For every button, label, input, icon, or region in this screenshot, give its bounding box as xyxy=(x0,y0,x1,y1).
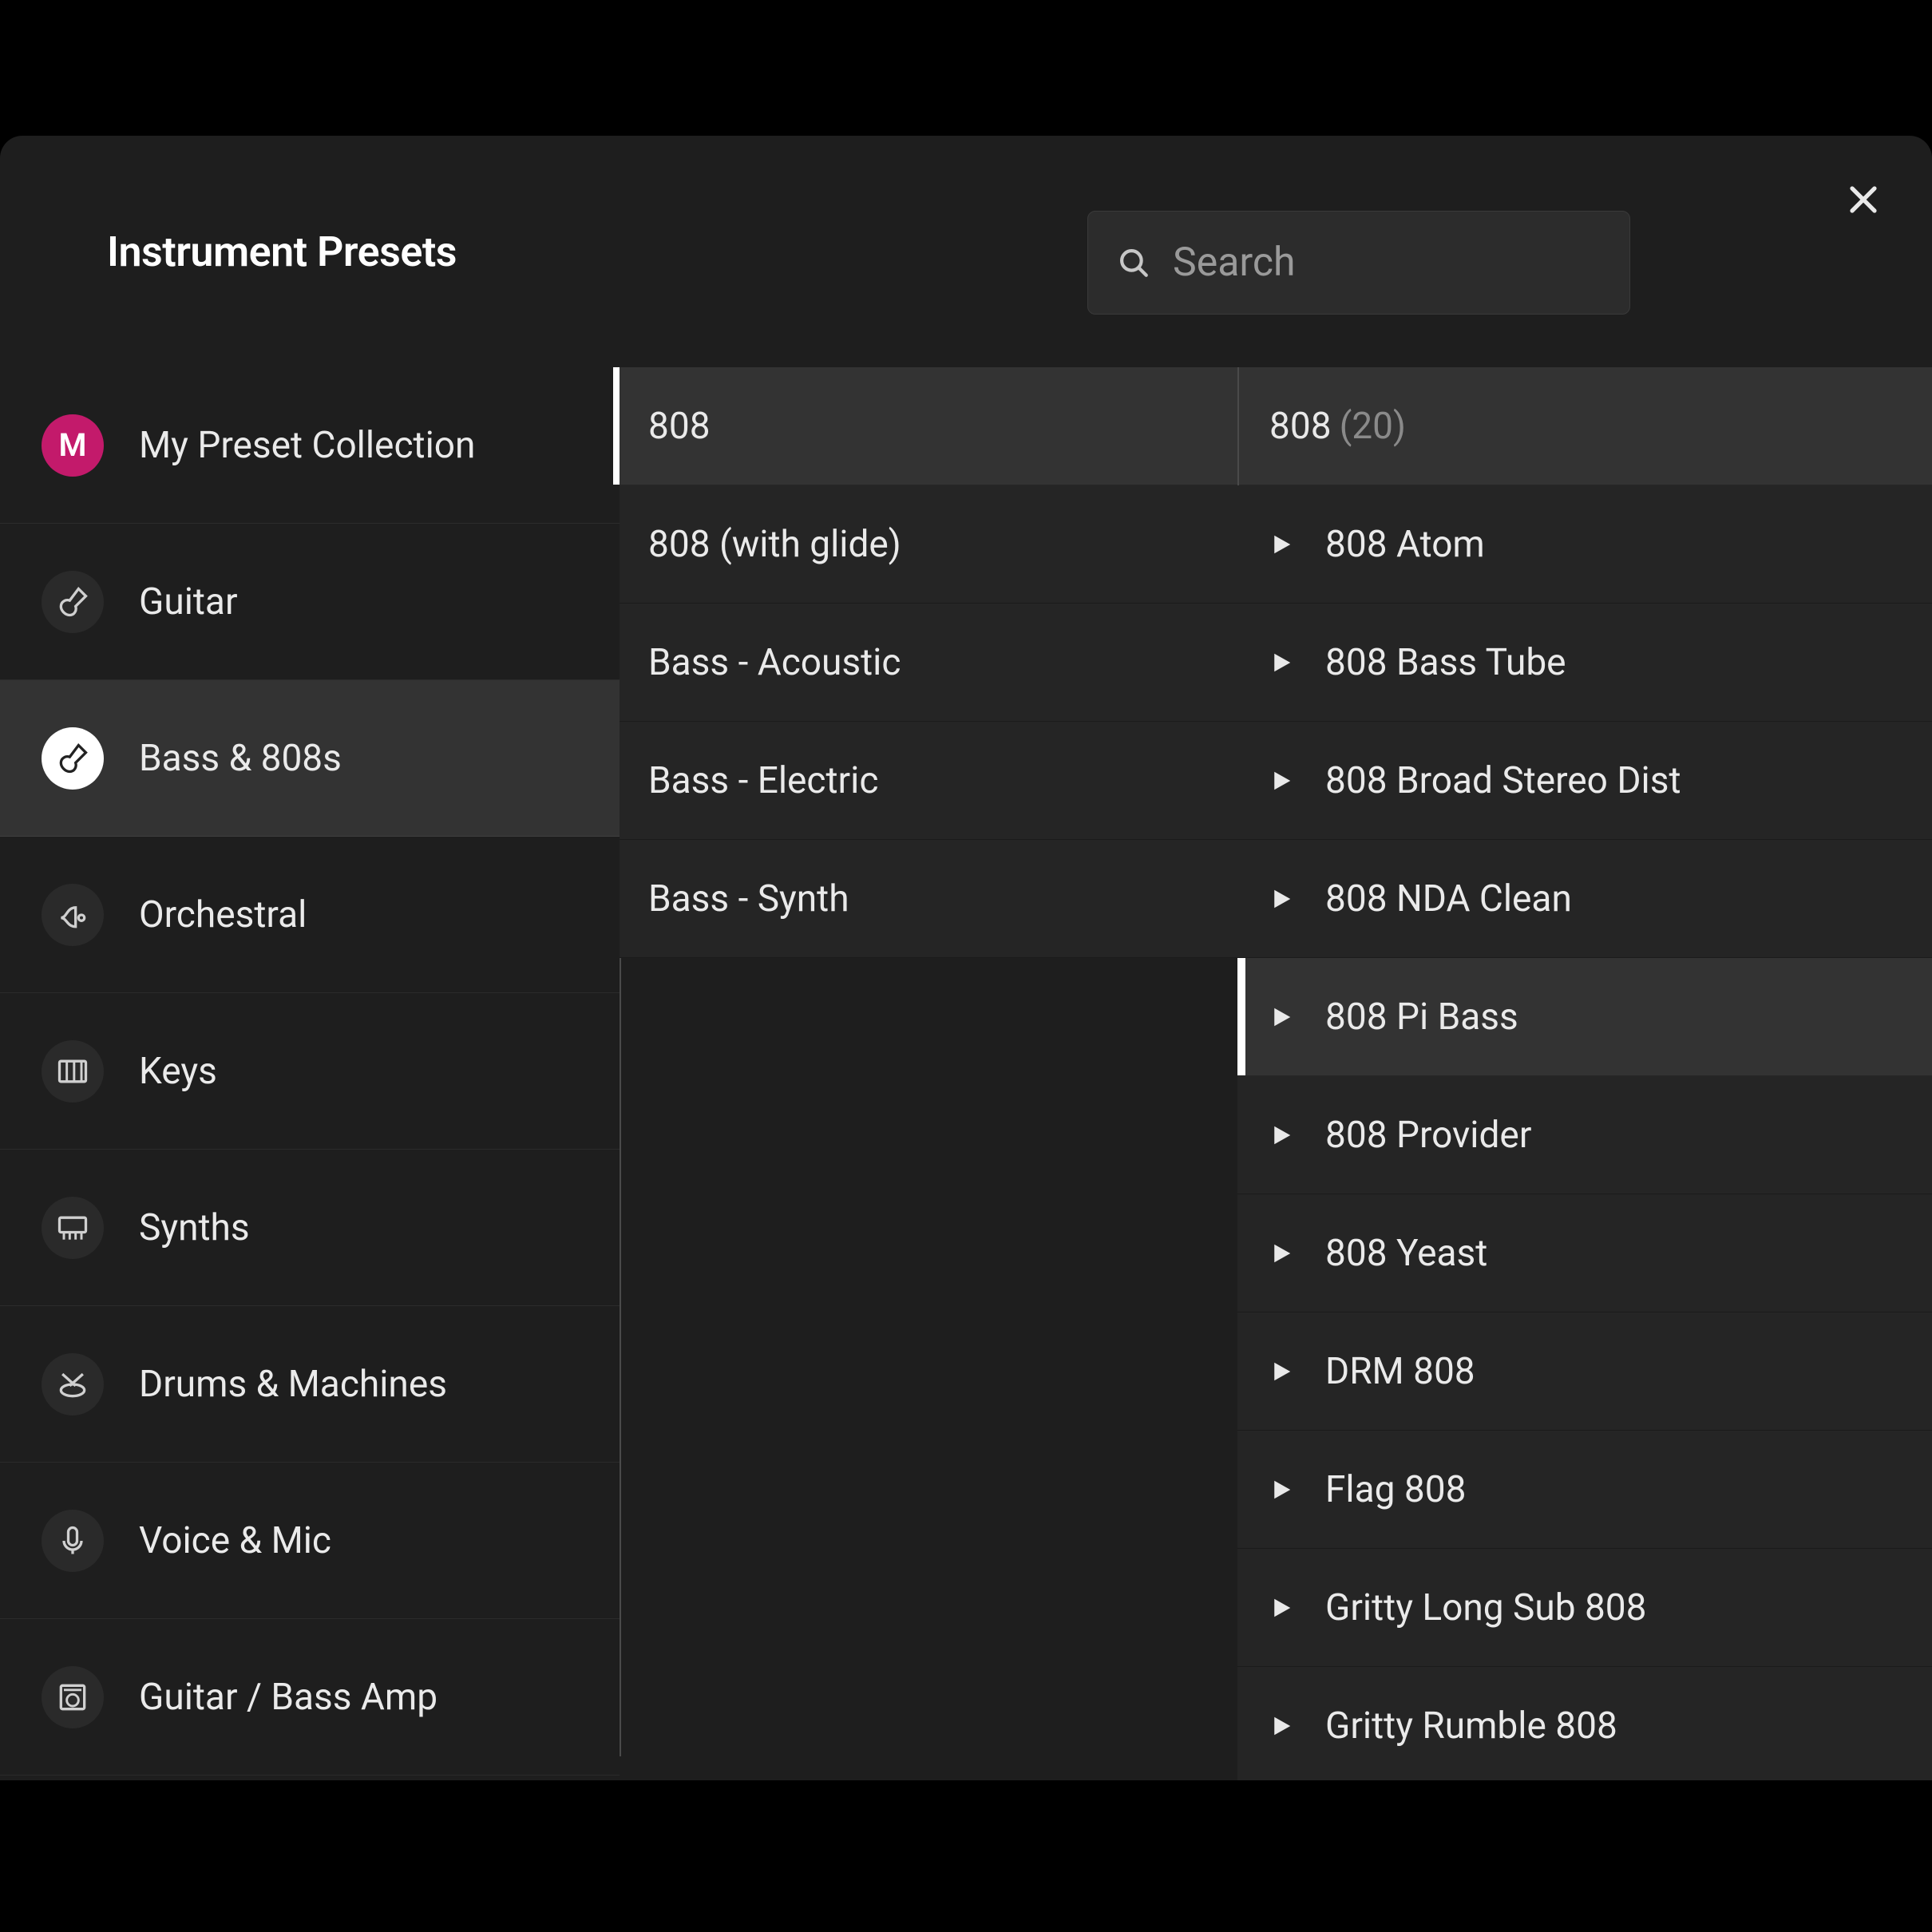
preset-label: 808 Broad Stereo Dist xyxy=(1325,759,1681,802)
preset-item[interactable]: Flag 808 xyxy=(1237,1431,1932,1549)
category-label: Guitar / Bass Amp xyxy=(139,1676,437,1719)
preset-group-label: 808 xyxy=(1269,405,1332,448)
preset-item[interactable]: 808 Bass Tube xyxy=(1237,604,1932,722)
preset-list: 808(20) 808 Atom 808 Bass Tube 808 Broad St… xyxy=(1237,367,1932,1780)
preset-label: 808 Provider xyxy=(1325,1114,1531,1157)
guitar-icon xyxy=(42,571,104,633)
subcategory-label: Bass - Acoustic xyxy=(648,641,901,684)
subcategory-label: 808 xyxy=(648,405,711,448)
preset-label: 808 Bass Tube xyxy=(1325,641,1566,684)
category-label: Voice & Mic xyxy=(139,1519,331,1562)
subcategory-item[interactable]: Bass - Electric xyxy=(620,722,1237,840)
browser-columns: M My Preset Collection Guitar Bass & 808s Or… xyxy=(0,367,1932,1780)
preset-label: 808 Pi Bass xyxy=(1325,996,1518,1039)
piano-icon xyxy=(42,1040,104,1103)
play-icon[interactable] xyxy=(1269,1122,1293,1149)
preset-group-header: 808(20) xyxy=(1237,367,1932,485)
play-icon[interactable] xyxy=(1269,1712,1293,1740)
category-label: Bass & 808s xyxy=(139,737,342,780)
category-label: Keys xyxy=(139,1050,217,1093)
category-orchestral[interactable]: Orchestral xyxy=(0,837,620,993)
close-button[interactable] xyxy=(1841,177,1886,222)
horn-icon xyxy=(42,884,104,946)
category-label: Guitar xyxy=(139,580,238,624)
search-input[interactable] xyxy=(1173,240,1601,286)
category-label: Drums & Machines xyxy=(139,1363,447,1406)
preset-item[interactable]: 808 NDA Clean xyxy=(1237,840,1932,958)
preset-label: Flag 808 xyxy=(1325,1468,1466,1511)
play-icon[interactable] xyxy=(1269,1004,1293,1031)
subcategory-item[interactable]: 808 xyxy=(620,367,1237,485)
drums-icon xyxy=(42,1353,104,1415)
subcategory-label: Bass - Synth xyxy=(648,877,849,920)
play-icon[interactable] xyxy=(1269,1240,1293,1267)
category-bass[interactable]: Bass & 808s xyxy=(0,680,620,837)
preset-label: 808 NDA Clean xyxy=(1325,877,1572,920)
category-amp[interactable]: Guitar / Bass Amp xyxy=(0,1619,620,1776)
play-icon[interactable] xyxy=(1269,767,1293,794)
instrument-presets-panel: Instrument Presets M My Preset Collection… xyxy=(0,136,1932,1780)
subcategory-item[interactable]: Bass - Acoustic xyxy=(620,604,1237,722)
search-field[interactable] xyxy=(1087,211,1630,315)
preset-label: Gritty Rumble 808 xyxy=(1325,1704,1617,1748)
play-icon[interactable] xyxy=(1269,1358,1293,1385)
letter-m-icon: M xyxy=(42,414,104,477)
close-icon xyxy=(1844,180,1883,219)
subcategory-item[interactable]: Bass - Synth xyxy=(620,840,1237,958)
preset-label: 808 Yeast xyxy=(1325,1232,1487,1275)
category-keys[interactable]: Keys xyxy=(0,993,620,1150)
subcategory-label: 808 (with glide) xyxy=(648,523,901,566)
category-label: My Preset Collection xyxy=(139,424,475,467)
preset-item[interactable]: Gritty Rumble 808 xyxy=(1237,1667,1932,1780)
subcategory-item[interactable]: 808 (with glide) xyxy=(620,485,1237,604)
category-synths[interactable]: Synths xyxy=(0,1150,620,1306)
category-guitar[interactable]: Guitar xyxy=(0,524,620,680)
category-list: M My Preset Collection Guitar Bass & 808s Or… xyxy=(0,367,620,1780)
category-my-presets[interactable]: M My Preset Collection xyxy=(0,367,620,524)
play-icon[interactable] xyxy=(1269,531,1293,558)
category-drums[interactable]: Drums & Machines xyxy=(0,1306,620,1463)
subcategory-label: Bass - Electric xyxy=(648,759,878,802)
preset-item[interactable]: DRM 808 xyxy=(1237,1312,1932,1431)
preset-item[interactable]: Gritty Long Sub 808 xyxy=(1237,1549,1932,1667)
panel-header: Instrument Presets xyxy=(0,136,1932,367)
mic-icon xyxy=(42,1510,104,1572)
preset-label: Gritty Long Sub 808 xyxy=(1325,1586,1647,1629)
preset-item[interactable]: 808 Atom xyxy=(1237,485,1932,604)
preset-label: DRM 808 xyxy=(1325,1350,1475,1393)
preset-label: 808 Atom xyxy=(1325,523,1485,566)
play-icon[interactable] xyxy=(1269,885,1293,913)
synth-icon xyxy=(42,1197,104,1259)
play-icon[interactable] xyxy=(1269,1594,1293,1621)
bass-icon xyxy=(42,727,104,790)
page-title: Instrument Presets xyxy=(107,228,457,276)
play-icon[interactable] xyxy=(1269,1476,1293,1503)
preset-count: (20) xyxy=(1340,405,1406,448)
preset-item[interactable]: 808 Provider xyxy=(1237,1076,1932,1194)
search-icon xyxy=(1117,246,1150,279)
play-icon[interactable] xyxy=(1269,649,1293,676)
subcategory-list: 808 808 (with glide) Bass - Acoustic Bass -… xyxy=(620,367,1237,1780)
preset-item[interactable]: 808 Yeast xyxy=(1237,1194,1932,1312)
category-label: Orchestral xyxy=(139,893,307,936)
category-label: Synths xyxy=(139,1206,250,1249)
category-voice[interactable]: Voice & Mic xyxy=(0,1463,620,1619)
preset-item[interactable]: 808 Pi Bass xyxy=(1237,958,1932,1076)
amp-icon xyxy=(42,1666,104,1728)
preset-item[interactable]: 808 Broad Stereo Dist xyxy=(1237,722,1932,840)
